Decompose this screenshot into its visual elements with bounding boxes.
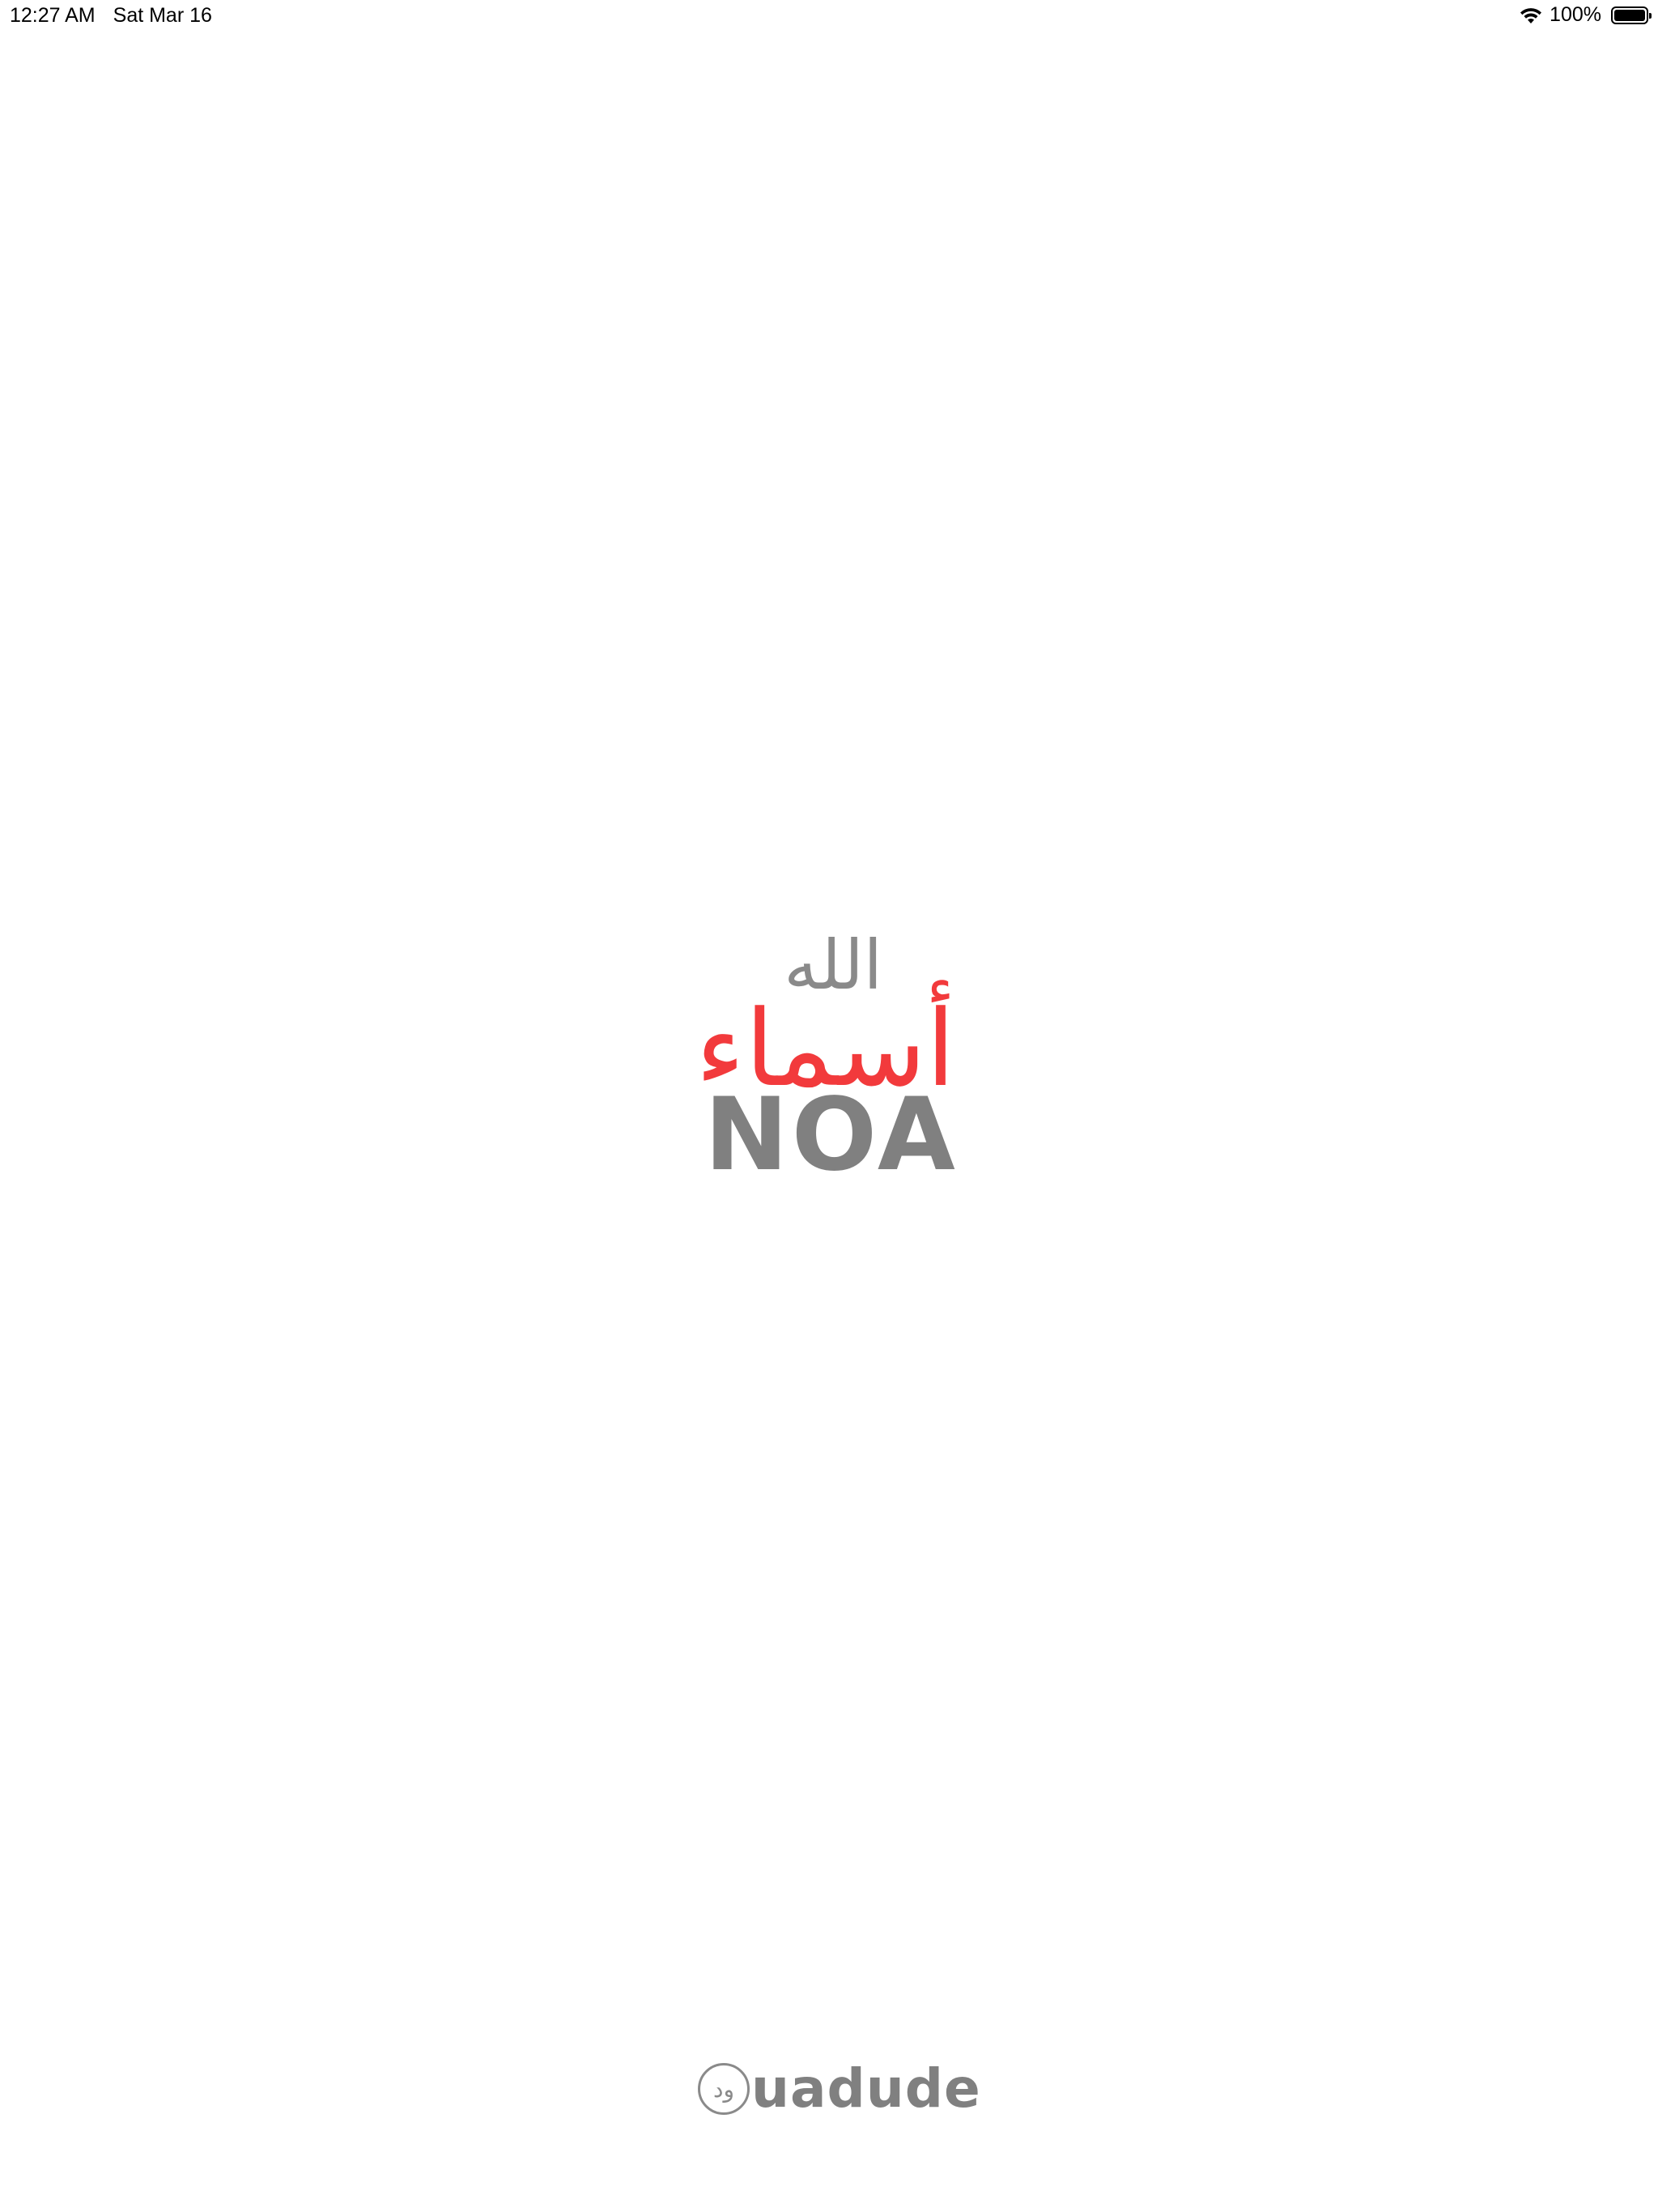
battery-icon [1611,6,1652,24]
status-left: 12:27 AM Sat Mar 16 [10,4,212,28]
developer-brand: ود uadude [698,2057,981,2121]
status-time: 12:27 AM [10,4,96,27]
wifi-icon [1520,7,1542,23]
brand-text: uadude [751,2057,981,2120]
battery-fill [1614,9,1645,21]
battery-tip [1649,12,1652,19]
status-bar: 12:27 AM Sat Mar 16 100% [0,0,1658,32]
logo-noa-text: NOA [704,1077,959,1193]
brand-badge-icon: ود [698,2063,750,2115]
app-logo: الله أسماء NOA [695,931,959,1193]
battery-percent: 100% [1550,3,1601,26]
status-date: Sat Mar 16 [113,4,212,27]
status-right: 100% [1519,3,1652,27]
